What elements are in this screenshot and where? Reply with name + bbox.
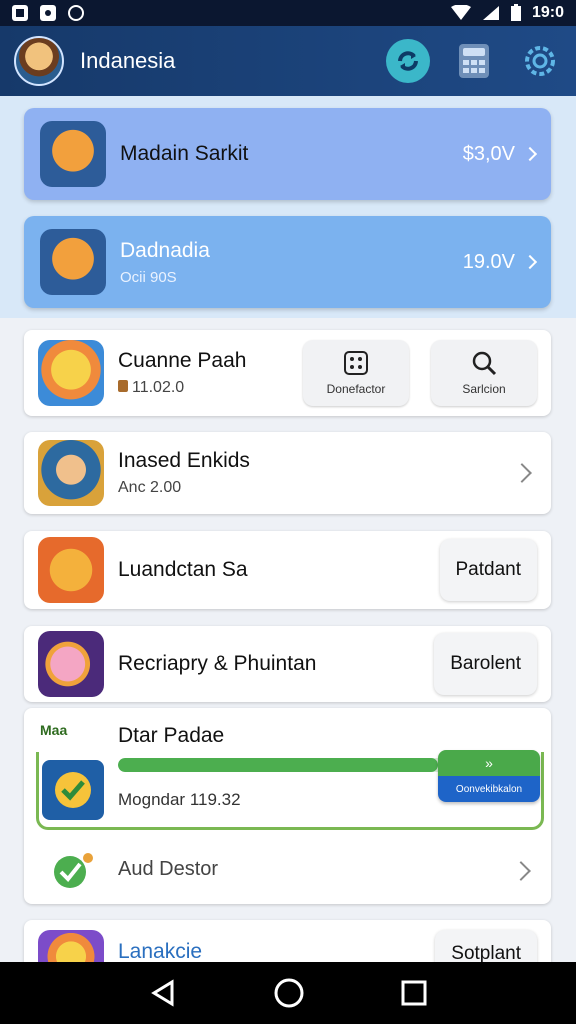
app-card-luandctan[interactable]: Luandctan Sa Patdant [24,531,551,609]
app-card-inased[interactable]: Inased Enkids Anc 2.00 [24,432,551,514]
app-name: Dtar Padae [118,724,225,747]
featured-price: $3,0V [462,142,515,165]
app-bar: Indanesia [0,26,576,96]
badge-label: Maa [40,722,68,738]
wifi-icon [450,5,471,20]
refresh-button[interactable] [386,39,430,83]
recents-icon[interactable] [400,979,428,1007]
chevron-right-icon [522,146,538,162]
app-name: Inased Enkids [118,449,250,472]
lion-app-icon [38,537,104,603]
app-notification-icon [40,5,56,21]
tool-label: Donefactor [326,382,386,396]
featured-price: 19.0V [462,250,515,273]
dice-icon [344,351,368,375]
convert-button[interactable]: » Oonvekibkalon [438,750,540,802]
refresh-icon [398,51,418,71]
chevron-right-icon[interactable] [511,861,531,881]
settings-button[interactable] [518,39,562,83]
featured-card-1[interactable]: Madain Sarkit $3,0V [24,108,551,200]
app-card-dtar[interactable]: Maa Dtar Padae Mogndar 119.32 » Oonvekib… [24,708,551,904]
app-sub: Anc 2.00 [118,479,182,496]
sun-app-icon [38,340,104,406]
back-icon[interactable] [148,978,178,1008]
app-name: Luandctan Sa [118,558,248,581]
progress-text: Mogndar 119.32 [118,790,241,809]
app-name: Recriapry & Phuintan [118,652,317,675]
featured-name: Dadnadia [120,238,210,262]
notification-icon [12,5,28,21]
dice-tool-button[interactable]: Donefactor [303,340,409,406]
app-sub: 11.02.0 [118,379,246,397]
home-icon[interactable] [273,977,305,1009]
app-name: Lanakcie [118,940,203,963]
app-name: Cuanne Paah [118,349,247,372]
sync-status-icon [68,5,84,21]
chevron-right-icon[interactable] [512,463,532,483]
check-circle-icon [50,850,96,895]
gear-icon [525,46,555,76]
battery-icon [510,4,521,21]
chevron-right-icon [522,254,538,270]
dragon-app-icon [38,631,104,697]
arrow-label: » [438,750,540,776]
progress-fill [118,758,438,772]
featured-section: Madain Sarkit $3,0V Dadnadia Ocii 90S 19… [0,96,576,318]
calculator-icon [459,44,489,78]
status-bar: 19:0 [0,0,576,26]
calculator-button[interactable] [452,39,496,83]
search-icon [472,351,497,376]
search-tool-button[interactable]: Sarlcion [431,340,537,406]
app-card-cuanne[interactable]: Cuanne Paah 11.02.0 Donefactor Sarlcion [24,330,551,416]
signal-icon [482,6,499,20]
checkmark-icon [55,772,91,808]
avatar[interactable] [14,36,64,86]
clock-text: 19:0 [531,4,564,21]
footer-label: Aud Destor [118,858,219,880]
fox-app-icon [40,121,106,187]
featured-card-2[interactable]: Dadnadia Ocii 90S 19.0V [24,216,551,308]
action-button[interactable]: Patdant [439,539,537,601]
tool-label: Sarlcion [462,382,506,396]
lock-icon [118,380,128,392]
puzzle-app-icon [38,440,104,506]
action-button[interactable]: Barolent [434,633,537,695]
convert-label: Oonvekibkalon [438,776,540,802]
app-card-recriapry[interactable]: Recriapry & Phuintan Barolent [24,626,551,702]
app-title: Indanesia [80,48,176,73]
system-nav-bar [0,962,576,1024]
featured-name: Madain Sarkit [120,142,249,165]
featured-sub: Ocii 90S [120,268,177,286]
check-app-icon [42,760,104,820]
fox-app-icon [40,229,106,295]
